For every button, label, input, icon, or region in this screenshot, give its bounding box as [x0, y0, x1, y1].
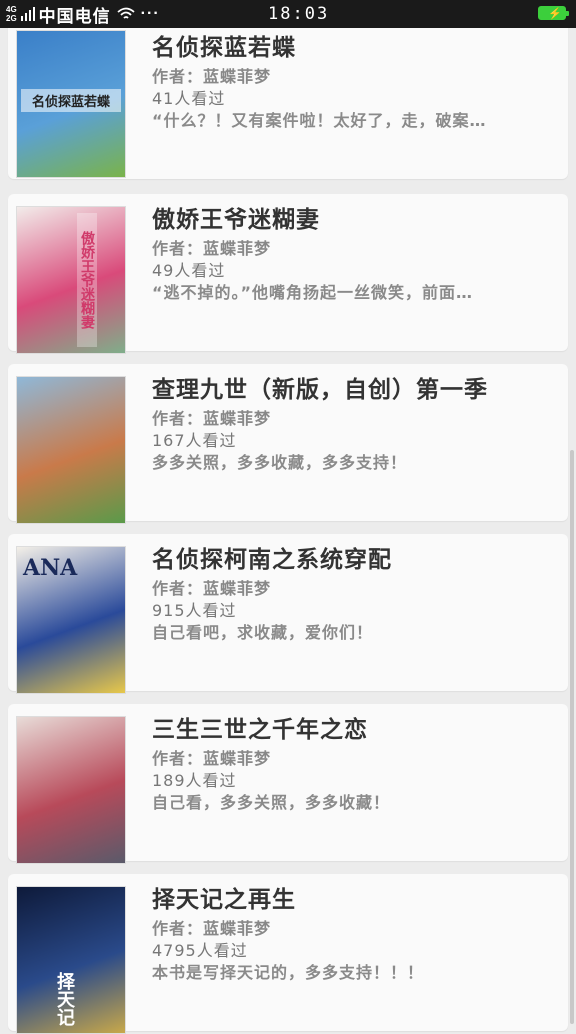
- carrier-name: 中国电信: [38, 6, 111, 26]
- cover-title-text: 名侦探蓝若蝶: [21, 89, 121, 112]
- book-cover-image[interactable]: 择天记: [16, 886, 126, 1034]
- book-info: 三生三世之千年之恋作者：蓝蝶菲梦 189人看过自己看，多多关照，多多收藏！: [152, 704, 556, 814]
- book-info: 择天记之再生作者：蓝蝶菲梦 4795人看过本书是写择天记的，多多支持！！！: [152, 874, 556, 984]
- book-title: 查理九世（新版，自创）第一季: [152, 377, 488, 403]
- battery-icon: ⚡: [538, 6, 569, 20]
- book-author: 作者：蓝蝶菲梦: [152, 919, 272, 938]
- book-card[interactable]: 查理九世（新版，自创）第一季作者：蓝蝶菲梦 167人看过多多关照，多多收藏，多多支…: [8, 364, 568, 524]
- book-author: 作者：蓝蝶菲梦: [152, 409, 272, 428]
- book-description: 多多关照，多多收藏，多多支持！: [152, 453, 408, 472]
- book-author: 作者：蓝蝶菲梦: [152, 579, 272, 598]
- book-cover-image[interactable]: [16, 376, 126, 524]
- book-author: 作者：蓝蝶菲梦: [152, 239, 272, 258]
- cover-title-text: 傲娇王爷迷糊妻: [77, 213, 97, 347]
- book-author: 作者：蓝蝶菲梦: [152, 749, 272, 768]
- book-card[interactable]: 名侦探蓝若蝶 名侦探蓝若蝶 作者：蓝蝶菲梦 41人看过 “什么？！又有案件啦！太好了，走…: [8, 22, 568, 179]
- book-view-count: 49人看过: [152, 261, 226, 280]
- book-view-count: 4795人看过: [152, 941, 248, 960]
- book-info: 查理九世（新版，自创）第一季作者：蓝蝶菲梦 167人看过多多关照，多多收藏，多多支…: [152, 364, 556, 474]
- book-info: 名侦探蓝若蝶作者：蓝蝶菲梦 41人看过 “什么？！又有案件啦！太好了，走，破案…: [152, 22, 556, 132]
- book-description: 自己看，多多关照，多多收藏！: [152, 793, 391, 812]
- book-card[interactable]: ANA 名侦探柯南之系统穿配作者：蓝蝶菲梦 915人看过自己看吧，求收藏，爱你们！: [8, 534, 568, 694]
- book-view-count: 167人看过: [152, 431, 237, 450]
- cover-title-text: 择天记: [54, 972, 75, 1026]
- book-card[interactable]: 择天记 择天记之再生作者：蓝蝶菲梦 4795人看过本书是写择天记的，多多支持！！！: [8, 874, 568, 1034]
- book-cover-image[interactable]: ANA: [16, 546, 126, 694]
- status-bar: 4G 2G 中国电信 ··· 18:03 ⚡: [0, 0, 576, 28]
- book-title: 三生三世之千年之恋: [152, 717, 368, 743]
- book-view-count: 189人看过: [152, 771, 237, 790]
- book-title: 择天记之再生: [152, 887, 296, 913]
- network-bottom-label: 2G: [6, 14, 17, 23]
- book-info: 名侦探柯南之系统穿配作者：蓝蝶菲梦 915人看过自己看吧，求收藏，爱你们！: [152, 534, 556, 644]
- book-cover-image[interactable]: 傲娇王爷迷糊妻: [16, 206, 126, 354]
- network-top-label: 4G: [6, 5, 17, 14]
- book-author: 作者：蓝蝶菲梦: [152, 67, 272, 86]
- book-title: 名侦探柯南之系统穿配: [152, 547, 392, 573]
- book-view-count: 915人看过: [152, 601, 237, 620]
- clock: 18:03: [268, 4, 330, 24]
- wifi-icon: [117, 7, 135, 19]
- book-title: 傲娇王爷迷糊妻: [152, 207, 320, 233]
- cover-title-text: ANA: [23, 555, 78, 581]
- book-description: 本书是写择天记的，多多支持！！！: [152, 963, 425, 982]
- book-description: “什么？！又有案件啦！太好了，走，破案…: [152, 111, 487, 130]
- book-title: 名侦探蓝若蝶: [152, 35, 296, 61]
- charging-bolt-icon: ⚡: [548, 8, 562, 20]
- scrollbar[interactable]: [570, 450, 574, 1024]
- book-card[interactable]: 三生三世之千年之恋作者：蓝蝶菲梦 189人看过自己看，多多关照，多多收藏！: [8, 704, 568, 864]
- book-card[interactable]: 傲娇王爷迷糊妻 傲娇王爷迷糊妻 作者：蓝蝶菲梦 49人看过 “逃不掉的。”他嘴角扬起一丝…: [8, 194, 568, 354]
- book-view-count: 41人看过: [152, 89, 226, 108]
- book-cover-image[interactable]: [16, 716, 126, 864]
- book-description: “逃不掉的。”他嘴角扬起一丝微笑，前面…: [152, 283, 474, 302]
- book-info: 傲娇王爷迷糊妻作者：蓝蝶菲梦 49人看过 “逃不掉的。”他嘴角扬起一丝微笑，前面…: [152, 194, 556, 304]
- more-notifications-icon: ···: [140, 5, 160, 22]
- network-type: 4G 2G: [6, 5, 17, 23]
- book-cover-image[interactable]: 名侦探蓝若蝶: [16, 30, 126, 178]
- signal-icon: [20, 7, 35, 21]
- book-description: 自己看吧，求收藏，爱你们！: [152, 623, 374, 642]
